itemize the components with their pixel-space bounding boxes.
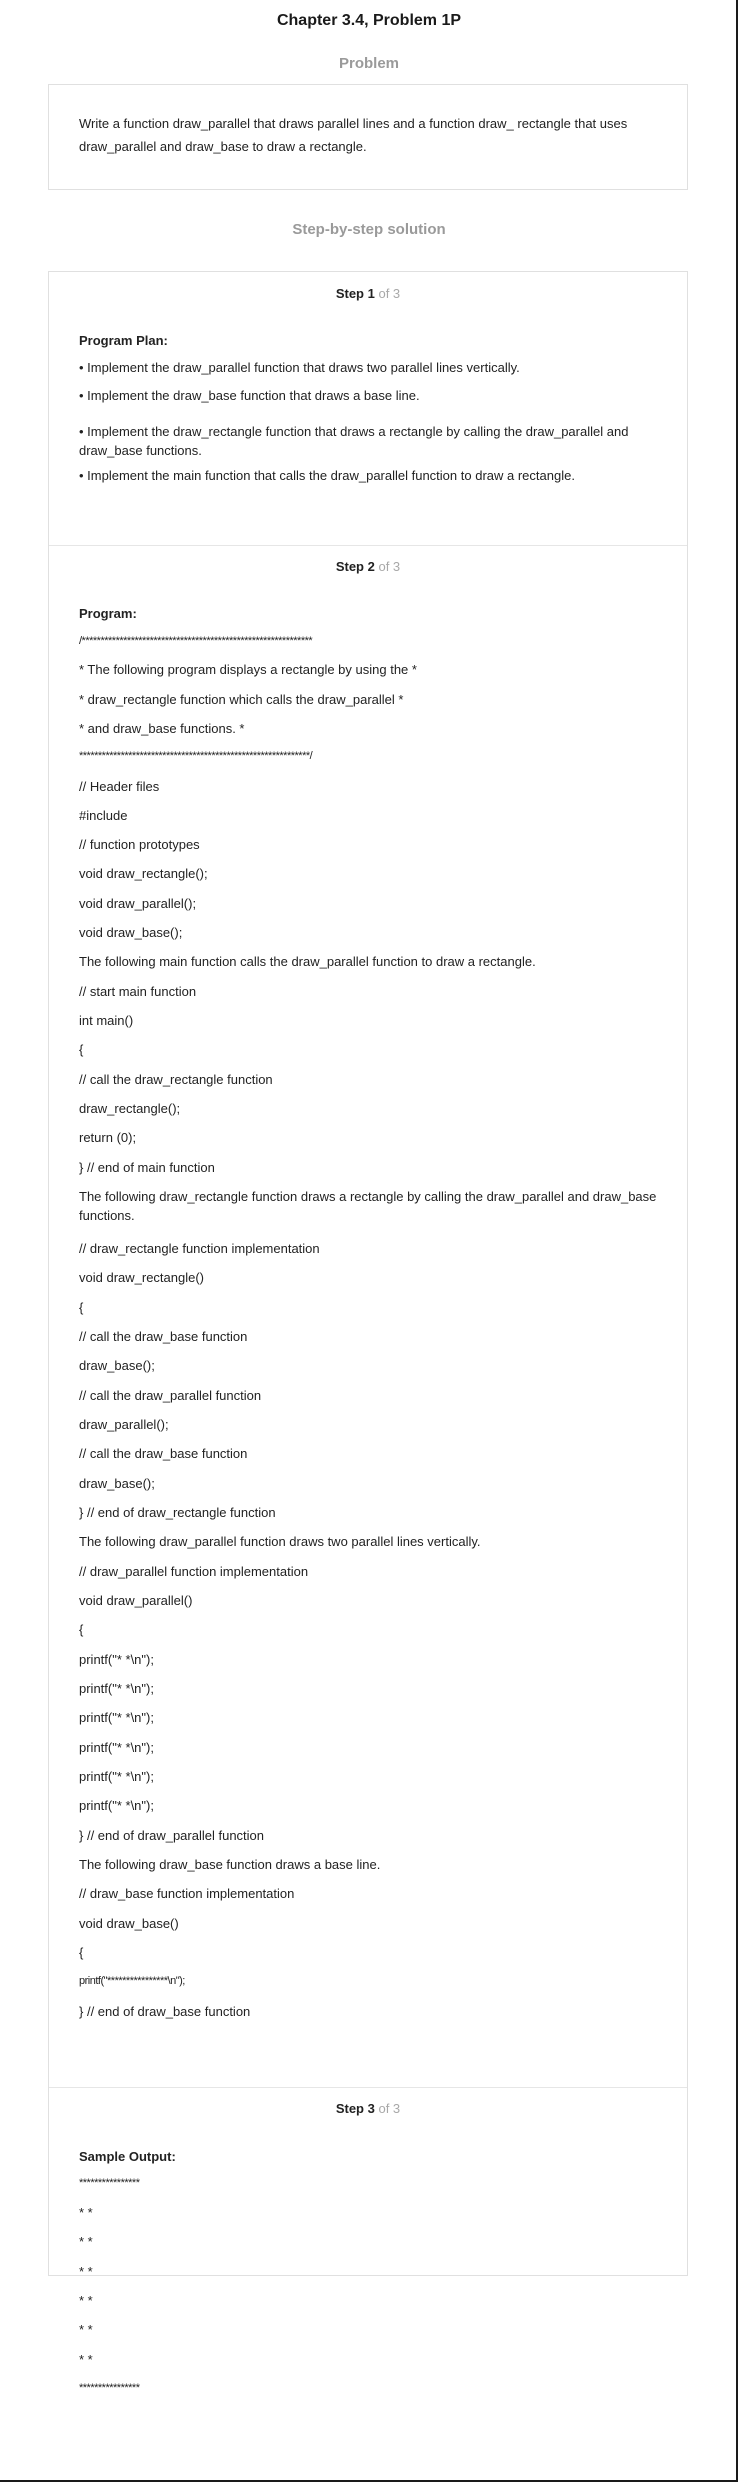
code-line: } // end of draw_base function [79, 2004, 251, 2019]
code-line: // call the draw_base function [79, 1329, 248, 1344]
code-line: printf("****************\n"); [79, 1975, 185, 1987]
output-line: * * [79, 2205, 93, 2220]
output-line: **************** [79, 2382, 140, 2394]
code-line: // call the draw_rectangle function [79, 1072, 273, 1087]
output-line: **************** [79, 2177, 140, 2189]
code-line: void draw_rectangle(); [79, 866, 208, 881]
explanation-text: The following draw_base function draws a… [79, 1857, 381, 1872]
code-line: // draw_parallel function implementation [79, 1564, 309, 1579]
code-line: { [79, 1042, 84, 1057]
step-divider [49, 545, 687, 546]
code-line: return (0); [79, 1130, 137, 1145]
plan-item: • Implement the main function that calls… [79, 468, 575, 483]
code-line: void draw_base(); [79, 925, 183, 940]
code-line: * and draw_base functions. * [79, 721, 245, 736]
step-1-label: Step 1 [335, 286, 375, 301]
code-line: * draw_rectangle function which calls th… [79, 692, 404, 707]
explanation-text: The following draw_rectangle function dr… [79, 1189, 657, 1223]
plan-item: • Implement the draw_base function that … [79, 388, 420, 403]
code-line: // start main function [79, 984, 197, 999]
code-line: void draw_rectangle() [79, 1270, 205, 1285]
code-line: // Header files [79, 779, 160, 794]
solution-card: Step 1 of 3 Program Plan: • Implement th… [48, 271, 688, 2394]
code-line: void draw_parallel(); [79, 896, 197, 911]
code-line: { [79, 1622, 84, 1637]
step-2-label: Step 2 [335, 559, 375, 574]
code-line: printf("* *\n"); [79, 1798, 154, 1813]
code-line: draw_base(); [79, 1358, 155, 1373]
explanation-text: The following draw_parallel function dra… [79, 1534, 481, 1549]
code-line: // draw_base function implementation [79, 1886, 295, 1901]
code-line: int main() [79, 1013, 134, 1028]
code-line: { [79, 1300, 84, 1315]
step-1-total: of 3 [378, 286, 401, 301]
output-line: * * [79, 2264, 93, 2279]
code-line: void draw_parallel() [79, 1593, 193, 1608]
code-line: draw_base(); [79, 1476, 155, 1491]
problem-text: Write a function draw_parallel that draw… [79, 116, 628, 154]
code-line: /***************************************… [79, 635, 313, 647]
code-line: printf("* *\n"); [79, 1769, 154, 1784]
code-line: #include [79, 808, 128, 823]
step-2-header: Step 2 of 3 [49, 559, 687, 574]
code-line: draw_parallel(); [79, 1417, 169, 1432]
code-line: } // end of main function [79, 1160, 215, 1175]
code-line: } // end of draw_parallel function [79, 1828, 265, 1843]
code-line: // draw_rectangle function implementatio… [79, 1241, 320, 1256]
code-line: printf("* *\n"); [79, 1710, 154, 1725]
code-line: // call the draw_parallel function [79, 1388, 262, 1403]
program-plan-heading: Program Plan: [79, 333, 168, 348]
code-line: printf("* *\n"); [79, 1681, 154, 1696]
step-3-label: Step 3 [335, 2101, 375, 2116]
step-1-header: Step 1 of 3 [49, 286, 687, 301]
code-line: // call the draw_base function [79, 1446, 248, 1461]
code-line: // function prototypes [79, 837, 200, 852]
output-line: * * [79, 2322, 93, 2337]
code-line: draw_rectangle(); [79, 1101, 181, 1116]
code-line: * The following program displays a recta… [79, 662, 417, 677]
output-line: * * [79, 2293, 93, 2308]
plan-item: • Implement the draw_rectangle function … [79, 424, 629, 458]
problem-heading: Problem [338, 55, 399, 72]
step-divider [49, 2087, 687, 2088]
code-line: printf("* *\n"); [79, 1740, 154, 1755]
sample-output-heading: Sample Output: [79, 2149, 176, 2164]
code-line: ****************************************… [79, 750, 313, 762]
output-line: * * [79, 2352, 93, 2367]
code-line: void draw_base() [79, 1916, 179, 1931]
explanation-text: The following main function calls the dr… [79, 954, 536, 969]
solution-heading: Step-by-step solution [292, 221, 446, 238]
step-3-header: Step 3 of 3 [49, 2101, 687, 2116]
code-line: } // end of draw_rectangle function [79, 1505, 276, 1520]
step-2-total: of 3 [378, 559, 401, 574]
code-line: { [79, 1945, 84, 1960]
step-3-total: of 3 [378, 2101, 401, 2116]
page-title: Chapter 3.4, Problem 1P [276, 12, 462, 29]
plan-item: • Implement the draw_parallel function t… [79, 360, 520, 375]
code-line: printf("* *\n"); [79, 1652, 154, 1667]
output-line: * * [79, 2234, 93, 2249]
program-heading: Program: [79, 606, 137, 621]
problem-card: Write a function draw_parallel that draw… [48, 84, 688, 190]
